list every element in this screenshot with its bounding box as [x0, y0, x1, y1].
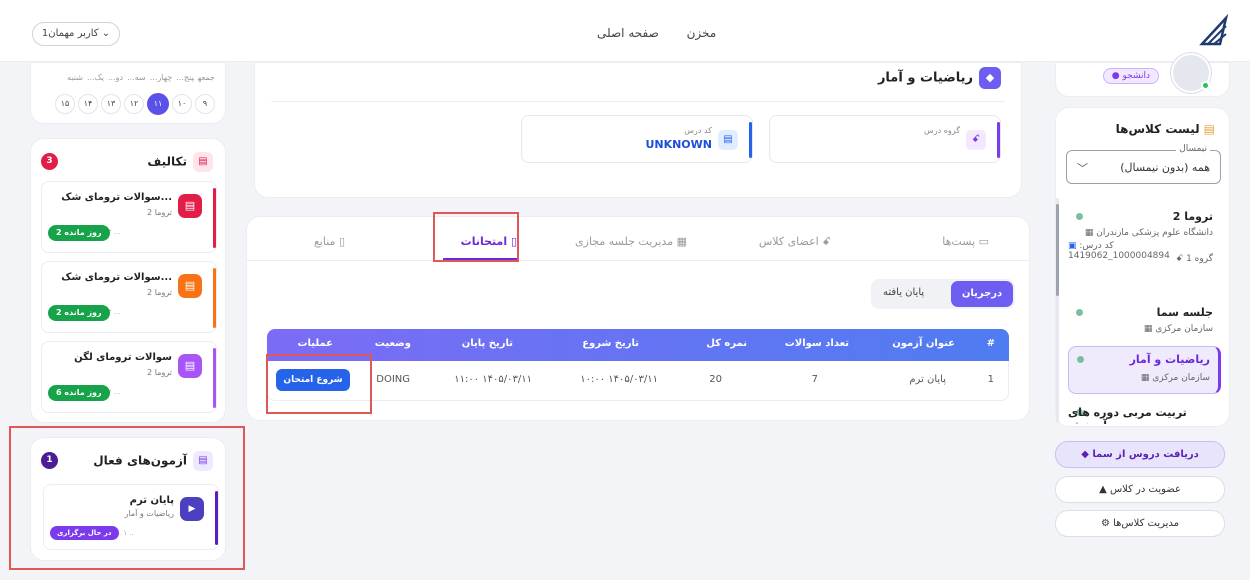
profile-card: ● دانشجو [1055, 53, 1230, 97]
scrollbar-thumb[interactable] [1056, 204, 1059, 296]
course-code-box: ▤ کد درس UNKNOWN [521, 115, 753, 163]
highlight-start-exam [266, 354, 372, 414]
assignment-item[interactable]: ▤ سوالات ترومای لگن تروما 2 ۰۳/۱۷ ... 6 … [41, 341, 217, 413]
table-row[interactable]: 1 پایان ترم 7 20 ۱۰:۰۰ ۱۴۰۵/۰۳/۱۱ ۱۱:۰۰ … [267, 361, 1009, 401]
assignment-item[interactable]: ▤ سوالات ترومای شک... تروما 2 ۰۳/۱۳ ... … [41, 261, 217, 333]
status-dot [1076, 213, 1083, 220]
calendar-day[interactable]: ۱۲ [124, 94, 144, 114]
tab-members[interactable]: اعضای کلاس ꗃ [759, 235, 831, 249]
role-badge: ● دانشجو [1102, 68, 1159, 84]
assignments-panel: تکالیف ▤ 3 ▤ سوالات ترومای شک... تروما 2 … [30, 138, 226, 423]
class-list-panel: لیست کلاس‌ها ▤ نیمسال همه (بدون نیمسال) ﹀… [1055, 107, 1230, 427]
course-header-card: ریاضیات و آمار ◆ ꗃ گروه درس ▤ کد درس UNKN… [254, 62, 1022, 198]
app-logo-icon[interactable] [1198, 14, 1232, 48]
calendar-strip: جمعهپنج...چهار...سه...دو...یک...شنبه ۱۵ ۱… [30, 62, 226, 124]
book-icon: ▤ [1203, 122, 1215, 136]
days-left-badge: 6 روز مانده [48, 385, 110, 401]
filter-in-progress[interactable]: درجریان [951, 281, 1013, 307]
building-icon: ▦ [1140, 373, 1153, 383]
tab-posts[interactable]: پست‌ها ▭ [942, 235, 989, 248]
assignments-count-badge: 3 [41, 153, 58, 170]
calendar-day[interactable]: ۹ [195, 94, 215, 114]
graduation-cap-icon: ◆ [979, 67, 1001, 89]
calendar-day[interactable]: ۱۳ [101, 94, 121, 114]
chat-icon: ▭ [978, 235, 989, 248]
tab-resources[interactable]: منابع ▯ [314, 235, 345, 248]
nav-home[interactable]: صفحه اصلی [597, 26, 659, 40]
code-icon: ▣ [1068, 241, 1080, 251]
course-title: ریاضیات و آمار ◆ [878, 67, 1001, 89]
user-menu-button[interactable]: کاربر مهمان1 ⌄ [32, 22, 120, 46]
code-icon: ▤ [718, 130, 738, 150]
semester-select[interactable]: نیمسال همه (بدون نیمسال) ﹀ [1066, 144, 1221, 184]
assignment-item[interactable]: ▤ سوالات ترومای شک... تروما 2 ۰۳/۱۳ ... … [41, 181, 217, 253]
users-icon: ꗃ [822, 235, 831, 248]
exams-table-header: # عنوان آزمون تعداد سوالات نمره کل تاریخ… [267, 329, 1009, 361]
assignments-title: تکالیف ▤ [147, 152, 213, 172]
online-status-dot [1201, 81, 1210, 90]
file-icon: ▯ [338, 235, 345, 248]
group-icon: ꗃ [966, 130, 986, 150]
clipboard-icon: ▤ [178, 194, 202, 218]
status-dot [1077, 356, 1084, 363]
days-left-badge: 2 روز مانده [48, 225, 110, 241]
import-sama-courses-button[interactable]: ◆ دریافت دروس از سما [1055, 441, 1225, 468]
clipboard-icon: ▤ [178, 354, 202, 378]
status-dot [1076, 309, 1083, 316]
course-group-box: ꗃ گروه درس [769, 115, 1001, 163]
divider [271, 101, 1005, 102]
nav-repository[interactable]: مخزن [687, 26, 717, 40]
calendar-day[interactable]: ۱۴ [78, 94, 98, 114]
days-left-badge: 2 روز مانده [48, 305, 110, 321]
user-icon: ● [1111, 71, 1123, 81]
calendar-day[interactable]: ۱۵ [55, 94, 75, 114]
clipboard-icon: ▤ [193, 152, 213, 172]
avatar[interactable] [1171, 53, 1211, 93]
tab-virtual-session[interactable]: مدیریت جلسه مجازی ▦ [575, 235, 687, 248]
class-item-math-statistics[interactable]: ریاضیات و آمار ▦ سازمان مرکزی [1068, 346, 1221, 394]
class-list-title: لیست کلاس‌ها ▤ [1115, 122, 1215, 136]
join-class-button[interactable]: ▲ عضویت در کلاس [1055, 476, 1225, 503]
class-item-sama-session[interactable]: جلسه سما ▦ سازمان مرکزی [1068, 300, 1221, 342]
top-bar: مخزن صفحه اصلی کاربر مهمان1 ⌄ [0, 0, 1250, 62]
calendar-icon: ▦ [676, 235, 687, 248]
calendar-day[interactable]: ۱۰ [172, 94, 192, 114]
weekday-labels: جمعهپنج...چهار...سه...دو...یک...شنبه [67, 73, 215, 82]
chevron-down-icon: ﹀ [1077, 162, 1088, 175]
group-icon: ꗃ [1176, 254, 1187, 264]
highlight-exams-tab [433, 212, 519, 262]
manage-classes-button[interactable]: ⚙ مدیریت کلاس‌ها [1055, 510, 1225, 537]
highlight-active-exams [9, 426, 245, 570]
building-icon: ▦ [1084, 228, 1097, 238]
filter-finished[interactable]: پایان یافته [883, 287, 924, 298]
person-icon: ▲ [1099, 484, 1110, 495]
import-icon: ◆ [1081, 449, 1093, 460]
top-nav: مخزن صفحه اصلی [585, 26, 728, 40]
calendar-day-today[interactable]: ۱۱ [147, 93, 169, 115]
calendar-dates: ۱۵ ۱۴ ۱۳ ۱۲ ۱۱ ۱۰ ۹ [52, 93, 215, 115]
building-icon: ▦ [1143, 324, 1156, 334]
class-item-trauma2[interactable]: تروما 2 ▦ دانشگاه علوم پزشکی مازندران ▣ … [1068, 204, 1221, 268]
gear-icon: ⚙ [1100, 518, 1114, 529]
exam-status-toggle: درجریان پایان یافته [871, 279, 1015, 309]
clipboard-icon: ▤ [178, 274, 202, 298]
class-item-trainer-course[interactable]: تربیت مربی دوره های آموزش [1068, 400, 1221, 424]
